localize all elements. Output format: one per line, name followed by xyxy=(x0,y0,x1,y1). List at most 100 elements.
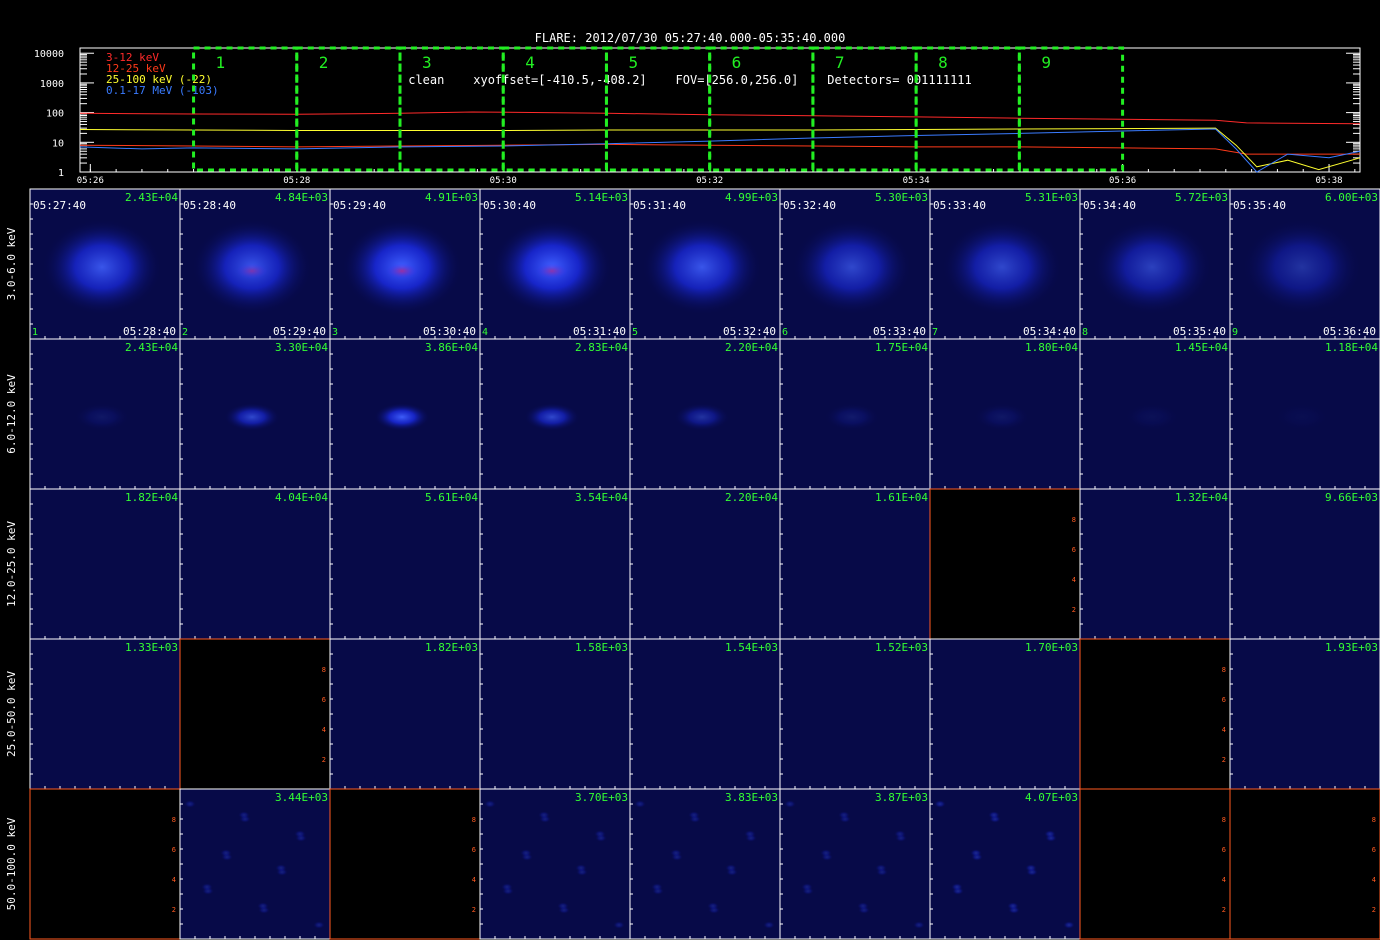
panel-max-value: 1.18E+04 xyxy=(1325,341,1378,354)
panel-frame xyxy=(929,638,1081,790)
noise-blob xyxy=(801,883,813,891)
panel-start-time: 05:28:40 xyxy=(183,199,236,212)
panel-max-value: 1.32E+04 xyxy=(1175,491,1228,504)
legend-entry: 0.1-17 MeV (-103) xyxy=(106,84,219,97)
image-panel: 3.87E+03 xyxy=(779,788,931,940)
panel-max-value: 4.91E+03 xyxy=(425,191,478,204)
noise-blob xyxy=(275,864,287,872)
panel-start-time: 05:35:40 xyxy=(1233,199,1286,212)
panel-max-value: 1.70E+03 xyxy=(1025,641,1078,654)
source-blob xyxy=(642,219,762,315)
panel-max-value: 5.31E+03 xyxy=(1025,191,1078,204)
panel-frame xyxy=(1229,788,1380,940)
panel-end-time: 05:32:40 xyxy=(723,325,776,338)
image-panel: 1.93E+03 xyxy=(1229,638,1380,790)
axis-tick-label: 6 xyxy=(322,696,326,704)
panel-max-value: 3.54E+04 xyxy=(575,491,628,504)
panel-max-value: 1.80E+04 xyxy=(1025,341,1078,354)
source-blob xyxy=(974,403,1030,431)
panel-frame xyxy=(329,788,481,940)
panel-start-time: 05:33:40 xyxy=(933,199,986,212)
panel-max-value: 9.66E+03 xyxy=(1325,491,1378,504)
source-blob xyxy=(1092,219,1212,315)
image-panel: 1.80E+04 xyxy=(929,338,1081,490)
noise-blob xyxy=(913,921,925,929)
panel-number: 7 xyxy=(932,327,938,338)
panel-max-value: 2.20E+04 xyxy=(725,491,778,504)
image-panel: 1.45E+04 xyxy=(1079,338,1231,490)
panel-max-value: 1.82E+03 xyxy=(425,641,478,654)
axis-tick-label: 2 xyxy=(172,906,176,914)
panel-end-time: 05:28:40 xyxy=(123,325,176,338)
panel-number: 6 xyxy=(782,327,788,338)
interval-label: 6 xyxy=(732,53,742,72)
panel-start-time: 05:30:40 xyxy=(483,199,536,212)
axis-tick-label: 6 xyxy=(1222,696,1226,704)
source-blob xyxy=(74,403,130,431)
panel-max-value: 3.83E+03 xyxy=(725,791,778,804)
source-blob xyxy=(792,219,912,315)
panel-frame xyxy=(29,488,181,640)
panel-max-value: 1.75E+04 xyxy=(875,341,928,354)
panel-frame xyxy=(779,638,931,790)
axis-tick-label: 8 xyxy=(1072,516,1076,524)
image-panel: 9.66E+03 xyxy=(1229,488,1380,640)
image-panel: 2 4 6 8 xyxy=(929,488,1081,640)
panel-number: 5 xyxy=(632,327,638,338)
panel-max-value: 2.83E+04 xyxy=(575,341,628,354)
interval-box xyxy=(604,46,712,172)
noise-blob xyxy=(313,921,325,929)
axis-tick-label: 8 xyxy=(1222,816,1226,824)
panel-end-time: 05:30:40 xyxy=(423,325,476,338)
noise-blob xyxy=(725,864,737,872)
interval-label: 2 xyxy=(319,53,329,72)
energy-row-label: 3.0-6.0 keV xyxy=(5,227,18,300)
axis-tick-label: 4 xyxy=(472,876,476,884)
noise-blob xyxy=(257,902,269,910)
image-panel: 2.83E+04 xyxy=(479,338,631,490)
noise-blob xyxy=(707,902,719,910)
panel-number: 2 xyxy=(182,327,188,338)
image-panel: 5.14E+03 05:30:40 05:31:40 4 xyxy=(479,188,631,340)
energy-row-label: 50.0-100.0 keV xyxy=(5,817,18,910)
image-panel: 4.07E+03 xyxy=(929,788,1081,940)
interval-label: 1 xyxy=(216,53,226,72)
image-panel: 2 4 6 8 xyxy=(1229,788,1380,940)
x-tick-label: 05:38 xyxy=(1315,176,1342,186)
noise-blob xyxy=(951,883,963,891)
noise-blob xyxy=(875,864,887,872)
panel-frame xyxy=(1229,488,1380,640)
image-panel: 2.20E+04 xyxy=(629,338,781,490)
image-panel: 1.58E+03 xyxy=(479,638,631,790)
image-panel: 3.54E+04 xyxy=(479,488,631,640)
lightcurve-chart: 1 10 100 1000 10000 05:26 05:28 05:30 05:32 05:34… xyxy=(34,46,1361,186)
panel-max-value: 3.70E+03 xyxy=(575,791,628,804)
axis-tick-label: 8 xyxy=(472,816,476,824)
interval-box xyxy=(1017,46,1125,172)
axis-tick-label: 4 xyxy=(1072,576,1076,584)
panel-max-value: 1.58E+03 xyxy=(575,641,628,654)
panel-max-value: 1.93E+03 xyxy=(1325,641,1378,654)
noise-blob xyxy=(670,849,682,857)
panel-max-value: 4.04E+04 xyxy=(275,491,328,504)
panel-frame xyxy=(29,788,181,940)
panel-frame xyxy=(179,788,331,940)
noise-blob xyxy=(238,811,250,819)
y-tick-label: 100 xyxy=(46,109,64,120)
image-panel: 5.31E+03 05:33:40 05:34:40 7 xyxy=(929,188,1081,340)
panel-end-time: 05:31:40 xyxy=(573,325,626,338)
panel-number: 8 xyxy=(1082,327,1088,338)
noise-blob xyxy=(857,902,869,910)
panel-max-value: 4.07E+03 xyxy=(1025,791,1078,804)
panel-frame xyxy=(329,638,481,790)
noise-blob xyxy=(184,800,196,808)
y-tick-label: 10 xyxy=(52,138,64,149)
noise-blob xyxy=(784,800,796,808)
panel-frame xyxy=(1079,488,1231,640)
noise-blob xyxy=(557,902,569,910)
panel-number: 9 xyxy=(1232,327,1238,338)
interval-box xyxy=(295,46,402,172)
axis-tick-label: 6 xyxy=(172,846,176,854)
interval-label: 5 xyxy=(628,53,638,72)
noise-blob xyxy=(634,800,646,808)
